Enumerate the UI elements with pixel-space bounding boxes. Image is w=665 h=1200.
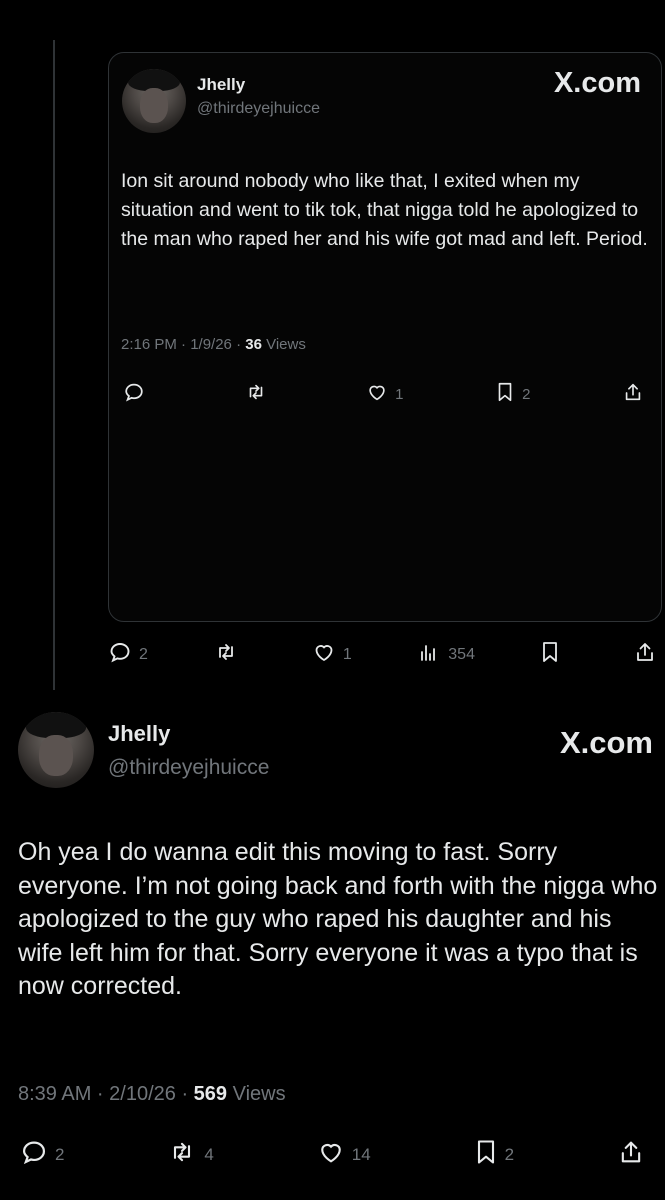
- repost-icon: [213, 640, 239, 669]
- share-icon: [622, 381, 644, 407]
- repost-icon: [167, 1138, 197, 1171]
- share-icon: [633, 640, 657, 669]
- avatar[interactable]: [122, 69, 186, 133]
- reply-icon: [20, 1138, 48, 1171]
- outer-views-count: 354: [448, 645, 475, 663]
- views-label: Views: [227, 1083, 286, 1105]
- bookmark-button[interactable]: 2: [495, 381, 530, 407]
- bookmark-button[interactable]: 2: [474, 1138, 514, 1171]
- post-time-date: 2:16 PM · 1/9/26 ·: [121, 336, 246, 353]
- like-button[interactable]: 14: [317, 1138, 371, 1171]
- thread-line: [53, 40, 55, 690]
- outer-reply-count: 2: [139, 645, 148, 663]
- outer-bookmark-button[interactable]: [540, 640, 567, 669]
- share-button[interactable]: [617, 1138, 652, 1171]
- author-handle[interactable]: @thirdeyejhuicce: [197, 100, 320, 118]
- repost-button[interactable]: 4: [167, 1138, 214, 1171]
- like-count: 14: [351, 1144, 371, 1164]
- bookmark-icon: [540, 640, 560, 669]
- bookmark-icon: [495, 381, 515, 407]
- share-button[interactable]: [622, 381, 651, 407]
- post-actions: 2 4 14 2: [20, 1138, 652, 1171]
- outer-like-button[interactable]: 1: [312, 640, 352, 669]
- reply-icon: [123, 381, 145, 407]
- repost-button[interactable]: [244, 381, 275, 407]
- author-name[interactable]: Jhelly: [108, 721, 170, 747]
- bookmark-count: 2: [504, 1144, 515, 1164]
- avatar-hair: [25, 712, 87, 738]
- outer-reply-button[interactable]: 2: [108, 640, 148, 669]
- share-icon: [617, 1138, 645, 1171]
- post-text: Oh yea I do wanna edit this moving to fa…: [18, 838, 658, 1000]
- reply-button[interactable]: 2: [20, 1138, 64, 1171]
- outer-repost-button[interactable]: [213, 640, 246, 669]
- quoted-post-card[interactable]: Jhelly @thirdeyejhuicce X.com Ion sit ar…: [108, 52, 662, 622]
- views-count: 569: [193, 1083, 228, 1105]
- bookmark-count: 2: [522, 385, 531, 403]
- outer-views-button[interactable]: 354: [417, 640, 475, 669]
- reply-count: 2: [55, 1144, 65, 1164]
- x-logo: X.com: [553, 67, 641, 99]
- bookmark-icon: [474, 1138, 498, 1171]
- post-meta: 8:39 AM · 2/10/26 · 569 Views: [18, 1083, 286, 1106]
- like-button[interactable]: 1: [366, 381, 404, 407]
- x-logo: X.com: [559, 725, 653, 760]
- like-count: 1: [395, 385, 404, 403]
- views-count: 36: [245, 336, 262, 353]
- reply-icon: [108, 640, 132, 669]
- avatar-face: [139, 88, 169, 123]
- reply-button[interactable]: [123, 381, 152, 407]
- repost-count: 4: [204, 1144, 214, 1164]
- views-label: Views: [261, 336, 306, 353]
- post-actions: 1 2: [123, 381, 651, 407]
- repost-icon: [244, 381, 268, 407]
- outer-post-actions: 2 1 354: [108, 640, 664, 669]
- post-time-date: 8:39 AM · 2/10/26 ·: [18, 1083, 194, 1105]
- avatar-face: [39, 734, 73, 776]
- outer-like-count: 1: [342, 645, 352, 663]
- post-meta: 2:16 PM · 1/9/26 · 36 Views: [121, 336, 306, 353]
- heart-icon: [317, 1138, 345, 1171]
- heart-icon: [312, 640, 336, 669]
- author-handle[interactable]: @thirdeyejhuicce: [108, 756, 269, 780]
- views-icon: [417, 640, 441, 669]
- post-text: Ion sit around nobody who like that, I e…: [121, 170, 648, 250]
- author-name[interactable]: Jhelly: [197, 75, 245, 95]
- avatar[interactable]: [18, 712, 94, 788]
- heart-icon: [366, 381, 388, 407]
- outer-share-button[interactable]: [633, 640, 664, 669]
